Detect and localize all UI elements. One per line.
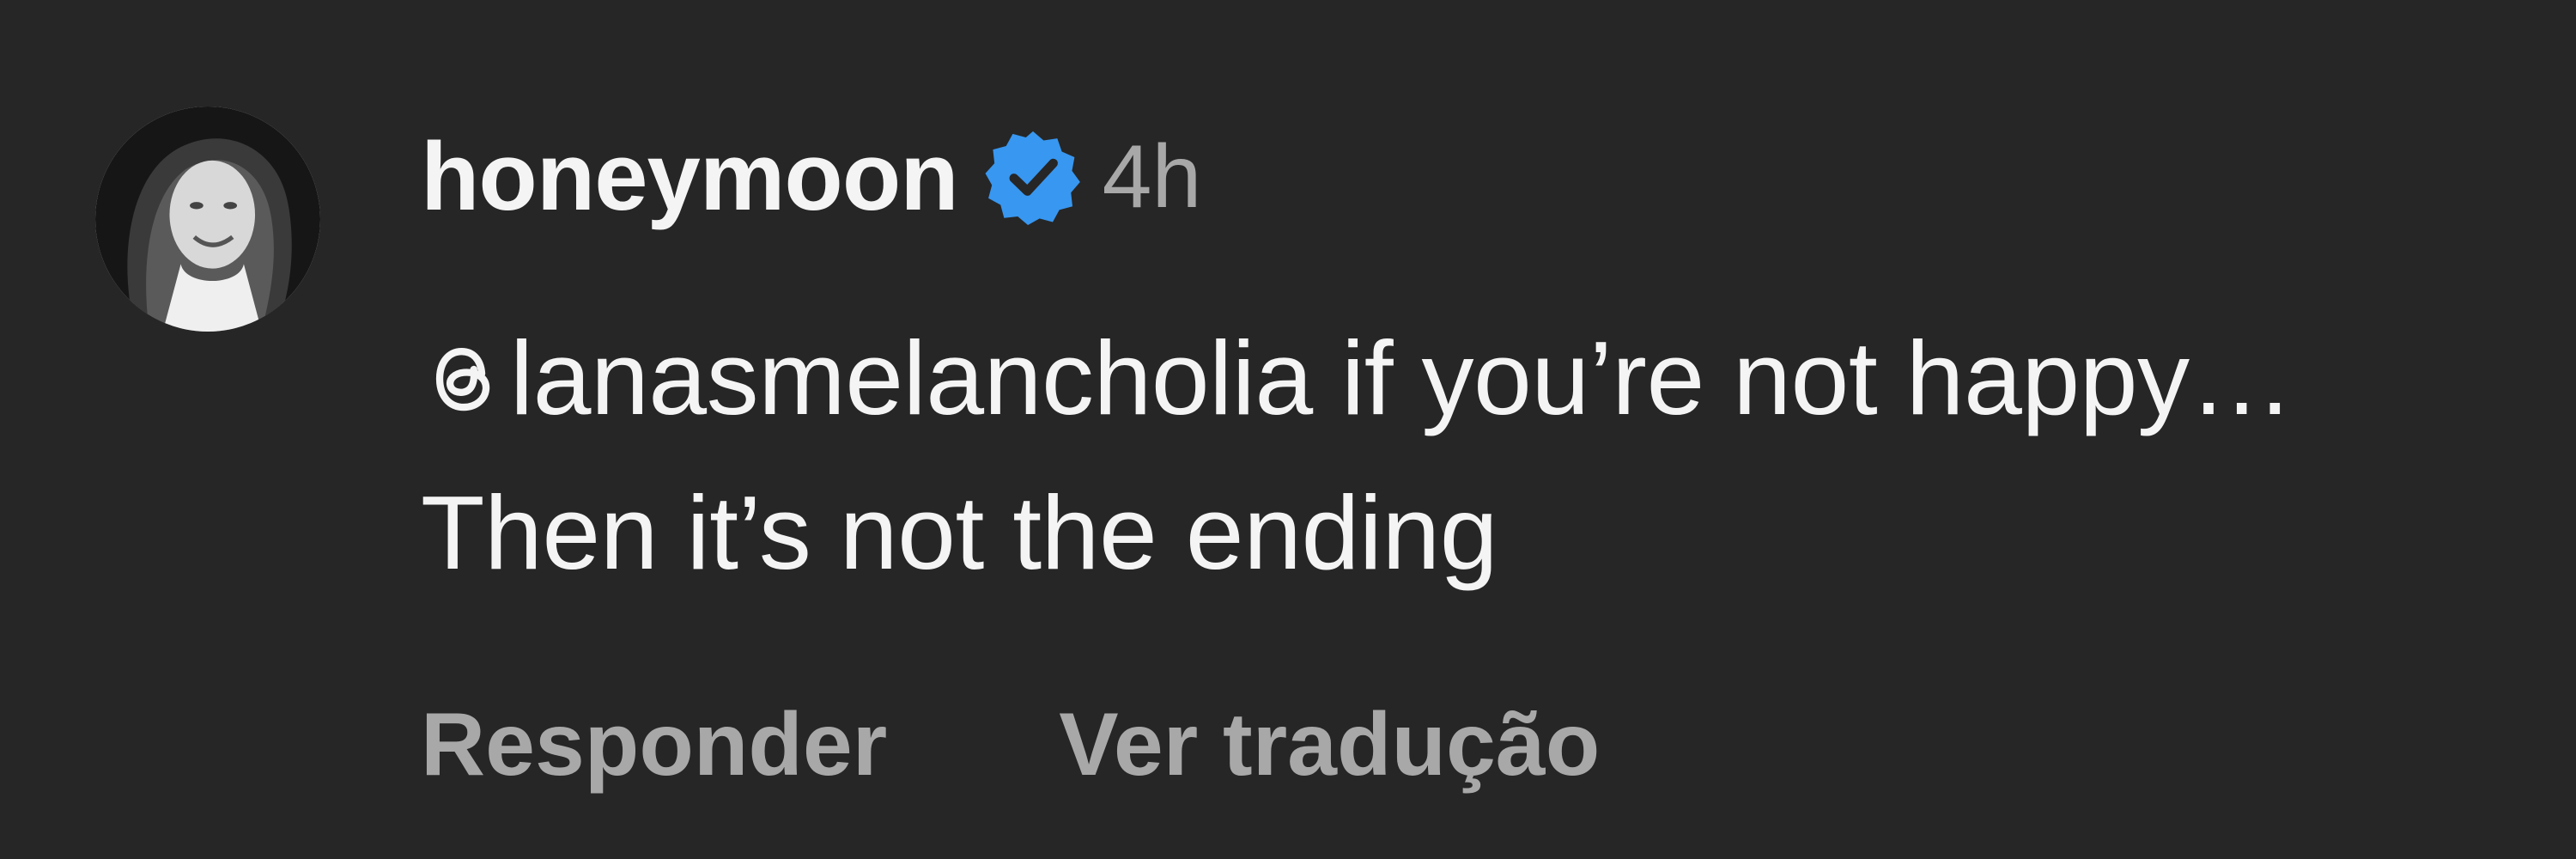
mention-username: lanasmelancholia (510, 320, 1313, 436)
avatar[interactable] (95, 107, 320, 332)
comment-actions: Responder Ver tradução (421, 700, 1600, 789)
comment-text: lanasmelancholia if you’re not happy… Th… (421, 301, 2482, 610)
timestamp: 4h (1102, 127, 1202, 227)
verified-badge-icon (982, 126, 1084, 228)
mention-link[interactable]: lanasmelancholia (421, 320, 1313, 436)
threads-icon (421, 332, 505, 426)
see-translation-button[interactable]: Ver tradução (1059, 700, 1600, 789)
username[interactable]: honeymoon (421, 129, 959, 225)
comment-card: honeymoon 4h lanasmelancholia if you’re … (0, 0, 2576, 859)
profile-photo-icon (95, 107, 320, 332)
reply-button[interactable]: Responder (421, 700, 887, 789)
comment-header: honeymoon 4h (421, 117, 1201, 237)
